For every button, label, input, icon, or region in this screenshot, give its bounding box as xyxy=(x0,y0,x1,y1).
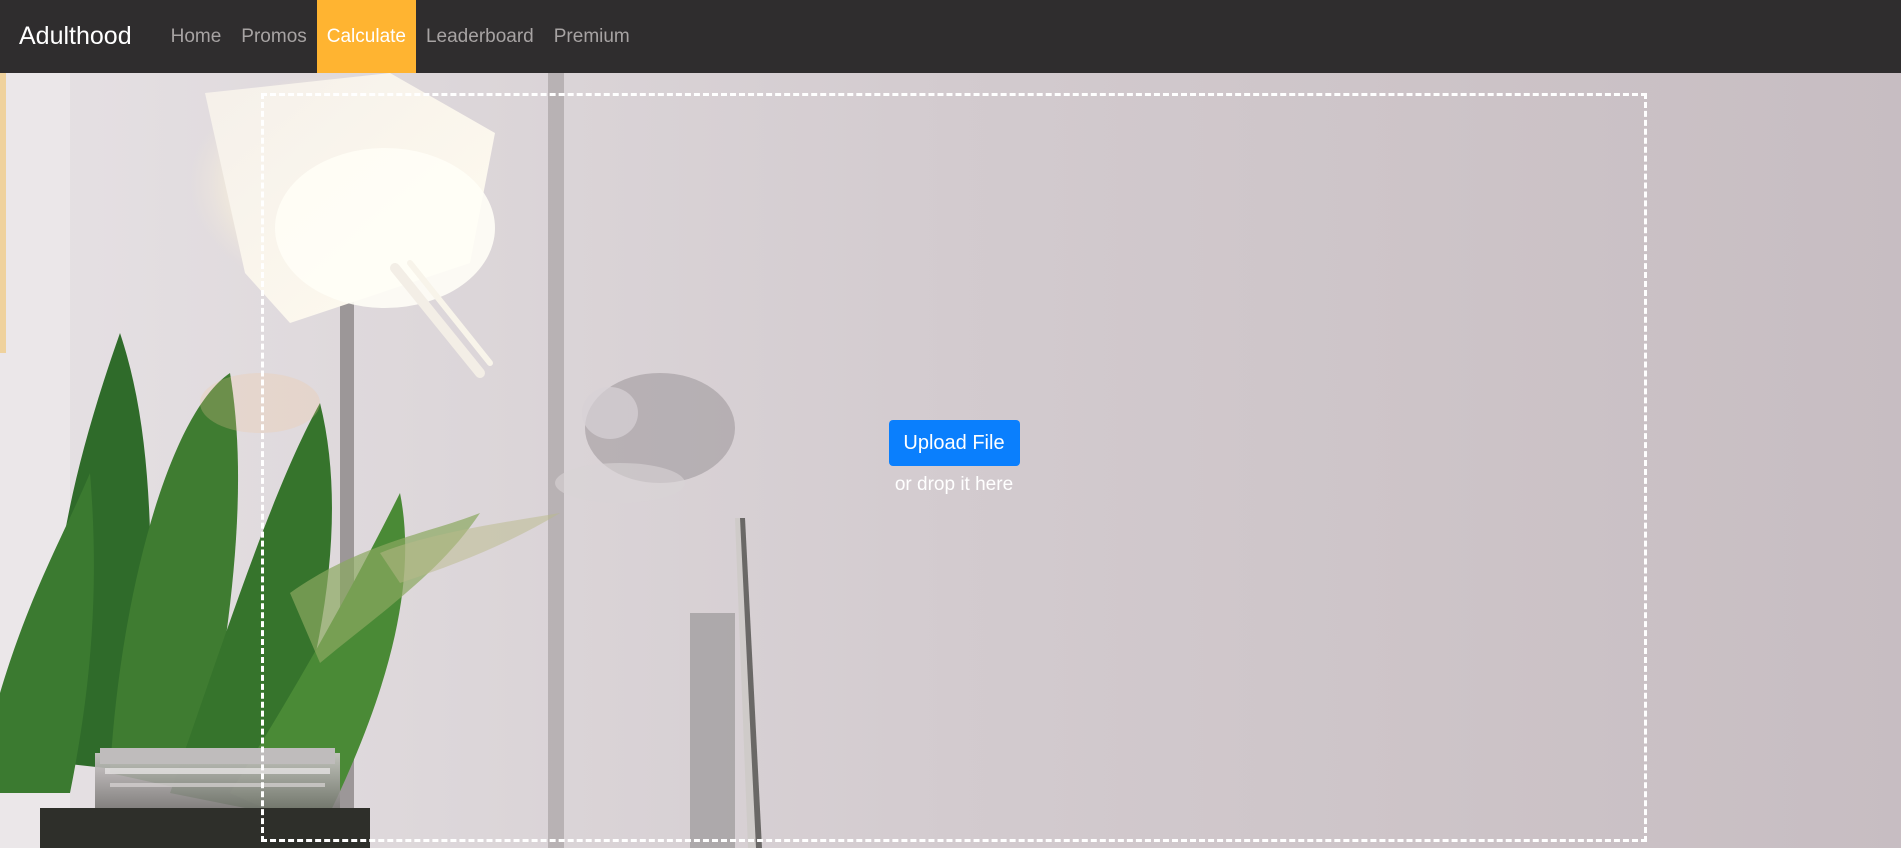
nav-premium[interactable]: Premium xyxy=(544,0,640,73)
upload-file-button[interactable]: Upload File xyxy=(888,420,1020,466)
nav-promos[interactable]: Promos xyxy=(231,0,316,73)
nav-items: Home Promos Calculate Leaderboard Premiu… xyxy=(161,0,640,73)
nav-home[interactable]: Home xyxy=(161,0,232,73)
top-navbar: Adulthood Home Promos Calculate Leaderbo… xyxy=(0,0,1901,73)
nav-leaderboard[interactable]: Leaderboard xyxy=(416,0,544,73)
brand-logo[interactable]: Adulthood xyxy=(0,0,161,73)
upload-area: Upload File or drop it here xyxy=(888,420,1020,496)
drop-hint-text: or drop it here xyxy=(894,474,1014,495)
nav-calculate[interactable]: Calculate xyxy=(316,0,416,73)
